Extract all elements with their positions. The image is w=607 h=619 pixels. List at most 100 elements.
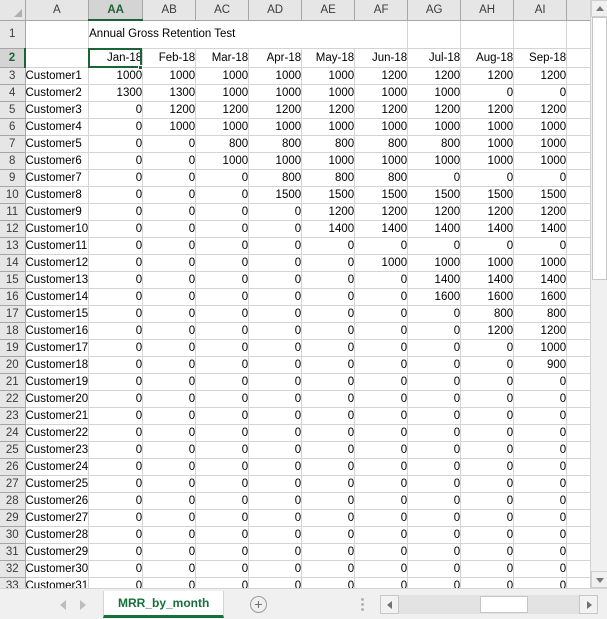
mrr-value-cell[interactable]: 0 <box>195 373 250 391</box>
column-header-ai[interactable]: AI <box>513 0 568 21</box>
mrr-value-cell[interactable]: 0 <box>248 288 303 306</box>
mrr-value-cell[interactable]: 1600 <box>460 288 515 306</box>
mrr-value-cell[interactable]: 0 <box>142 152 197 170</box>
row-header-24[interactable]: 24 <box>0 424 26 442</box>
mrr-value-cell[interactable]: 0 <box>513 560 568 578</box>
customer-name-cell[interactable]: Customer3 <box>25 101 90 119</box>
mrr-value-cell[interactable]: 0 <box>248 220 303 238</box>
mrr-value-cell[interactable]: 0 <box>142 254 197 272</box>
mrr-value-cell[interactable]: 1200 <box>354 101 409 119</box>
row-header-28[interactable]: 28 <box>0 492 26 510</box>
mrr-value-cell[interactable]: 1400 <box>407 220 462 238</box>
mrr-value-cell[interactable]: 0 <box>301 305 356 323</box>
column-header-ab[interactable]: AB <box>142 0 197 21</box>
mrr-value-cell[interactable]: 0 <box>248 305 303 323</box>
mrr-value-cell[interactable]: 1000 <box>301 84 356 102</box>
mrr-value-cell[interactable]: 800 <box>407 135 462 153</box>
mrr-value-cell[interactable]: 0 <box>195 475 250 493</box>
mrr-value-cell[interactable]: 1000 <box>513 339 568 357</box>
mrr-value-cell[interactable]: 1000 <box>301 152 356 170</box>
mrr-value-cell[interactable]: 0 <box>142 424 197 442</box>
mrr-value-cell[interactable]: 0 <box>248 322 303 340</box>
mrr-value-cell[interactable]: 1200 <box>407 203 462 221</box>
cell-extra[interactable] <box>566 271 594 289</box>
customer-name-cell[interactable]: Customer10 <box>25 220 90 238</box>
mrr-value-cell[interactable]: 0 <box>88 339 144 357</box>
mrr-value-cell[interactable]: 0 <box>142 458 197 476</box>
mrr-value-cell[interactable]: 0 <box>195 458 250 476</box>
mrr-value-cell[interactable]: 0 <box>195 356 250 374</box>
mrr-value-cell[interactable]: 0 <box>407 305 462 323</box>
mrr-value-cell[interactable]: 0 <box>88 254 144 272</box>
customer-name-cell[interactable]: Customer8 <box>25 186 90 204</box>
row-header-7[interactable]: 7 <box>0 135 26 153</box>
mrr-value-cell[interactable]: 0 <box>354 373 409 391</box>
mrr-value-cell[interactable]: 0 <box>354 492 409 510</box>
mrr-value-cell[interactable]: 0 <box>513 526 568 544</box>
mrr-value-cell[interactable]: 0 <box>195 407 250 425</box>
mrr-value-cell[interactable]: 0 <box>195 305 250 323</box>
mrr-value-cell[interactable]: 0 <box>301 390 356 408</box>
mrr-value-cell[interactable]: 0 <box>301 441 356 459</box>
customer-name-cell[interactable]: Customer27 <box>25 509 90 527</box>
mrr-value-cell[interactable]: 0 <box>301 356 356 374</box>
mrr-value-cell[interactable]: 0 <box>142 543 197 561</box>
customer-name-cell[interactable]: Customer14 <box>25 288 90 306</box>
mrr-value-cell[interactable]: 0 <box>407 407 462 425</box>
customer-name-cell[interactable]: Customer20 <box>25 390 90 408</box>
mrr-value-cell[interactable]: 0 <box>248 254 303 272</box>
row-header-22[interactable]: 22 <box>0 390 26 408</box>
mrr-value-cell[interactable]: 0 <box>142 305 197 323</box>
cell-extra[interactable] <box>566 118 594 136</box>
mrr-value-cell[interactable]: 0 <box>195 203 250 221</box>
row-header-30[interactable]: 30 <box>0 526 26 544</box>
mrr-value-cell[interactable]: 0 <box>407 458 462 476</box>
row-header-31[interactable]: 31 <box>0 543 26 561</box>
mrr-value-cell[interactable]: 1200 <box>513 322 568 340</box>
mrr-value-cell[interactable]: 0 <box>407 169 462 187</box>
scroll-down-button[interactable] <box>591 571 607 588</box>
column-header-ae[interactable]: AE <box>301 0 356 21</box>
column-header-ac[interactable]: AC <box>195 0 250 21</box>
mrr-value-cell[interactable]: 0 <box>195 169 250 187</box>
mrr-value-cell[interactable]: 0 <box>88 577 144 588</box>
mrr-value-cell[interactable]: 0 <box>88 135 144 153</box>
previous-sheet-icon[interactable] <box>60 600 66 610</box>
mrr-value-cell[interactable]: 0 <box>407 475 462 493</box>
mrr-value-cell[interactable]: 1000 <box>407 118 462 136</box>
mrr-value-cell[interactable]: 0 <box>301 237 356 255</box>
mrr-value-cell[interactable]: 800 <box>460 305 515 323</box>
fill-handle[interactable] <box>138 65 143 70</box>
mrr-value-cell[interactable]: 0 <box>248 543 303 561</box>
mrr-value-cell[interactable]: 1000 <box>248 67 303 85</box>
cell-extra[interactable] <box>566 458 594 476</box>
month-header-cell-5[interactable]: Jun-18 <box>354 48 409 68</box>
row-header-20[interactable]: 20 <box>0 356 26 374</box>
mrr-value-cell[interactable]: 1000 <box>248 118 303 136</box>
mrr-value-cell[interactable]: 0 <box>142 271 197 289</box>
cell-extra[interactable] <box>566 101 594 119</box>
mrr-value-cell[interactable]: 1000 <box>513 254 568 272</box>
cell-ah1[interactable] <box>460 20 515 49</box>
mrr-value-cell[interactable]: 0 <box>407 560 462 578</box>
mrr-value-cell[interactable]: 0 <box>88 560 144 578</box>
mrr-value-cell[interactable]: 0 <box>301 526 356 544</box>
row-header-21[interactable]: 21 <box>0 373 26 391</box>
customer-name-cell[interactable]: Customer24 <box>25 458 90 476</box>
mrr-value-cell[interactable]: 1200 <box>248 101 303 119</box>
horizontal-scroll-thumb[interactable] <box>480 596 528 613</box>
row-header-11[interactable]: 11 <box>0 203 26 221</box>
mrr-value-cell[interactable]: 0 <box>354 237 409 255</box>
mrr-value-cell[interactable]: 0 <box>88 271 144 289</box>
mrr-value-cell[interactable]: 0 <box>460 390 515 408</box>
mrr-value-cell[interactable]: 0 <box>354 475 409 493</box>
row-header-15[interactable]: 15 <box>0 271 26 289</box>
mrr-value-cell[interactable]: 0 <box>301 509 356 527</box>
mrr-value-cell[interactable]: 0 <box>142 339 197 357</box>
mrr-value-cell[interactable]: 0 <box>88 356 144 374</box>
mrr-value-cell[interactable]: 0 <box>354 543 409 561</box>
mrr-value-cell[interactable]: 0 <box>195 526 250 544</box>
mrr-value-cell[interactable]: 0 <box>195 254 250 272</box>
mrr-value-cell[interactable]: 1000 <box>513 135 568 153</box>
cell-extra[interactable] <box>566 186 594 204</box>
